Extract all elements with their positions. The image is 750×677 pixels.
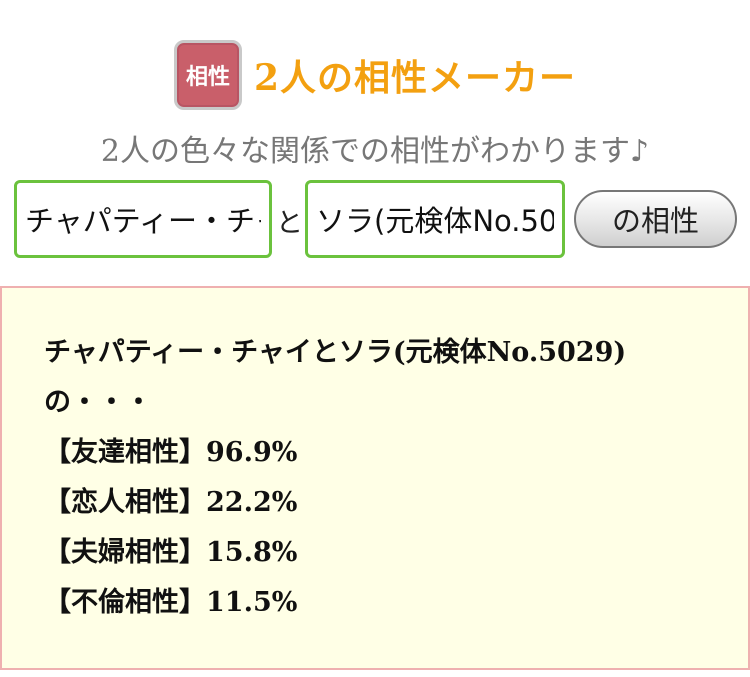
marriage-result: 【夫婦相性】15.8% xyxy=(44,528,626,578)
affair-result: 【不倫相性】11.5% xyxy=(44,578,626,628)
name-form: と の相性 xyxy=(14,180,738,260)
result-panel: チャパティー・チャイとソラ(元検体No.5029) の・・・ 【友達相性】96.… xyxy=(0,286,750,670)
app-header: 相性 2人の相性メーカー xyxy=(0,38,750,112)
result-text: チャパティー・チャイとソラ(元検体No.5029) の・・・ 【友達相性】96.… xyxy=(44,328,626,628)
friendship-value: 96.9% xyxy=(206,437,298,468)
page-title: 2人の相性メーカー xyxy=(253,57,577,99)
romance-label: 【恋人相性】 xyxy=(44,487,206,518)
romance-result: 【恋人相性】22.2% xyxy=(44,478,626,528)
friendship-result: 【友達相性】96.9% xyxy=(44,428,626,478)
friendship-label: 【友達相性】 xyxy=(44,437,206,468)
second-name-input[interactable] xyxy=(305,180,565,258)
check-compatibility-button[interactable]: の相性 xyxy=(574,190,737,248)
page-subtitle: 2人の色々な関係での相性がわかります♪ xyxy=(100,134,650,169)
name-joiner: と xyxy=(276,208,303,239)
app-logo: 相性 xyxy=(173,40,242,110)
affair-label: 【不倫相性】 xyxy=(44,587,206,618)
result-names-line: チャパティー・チャイとソラ(元検体No.5029) xyxy=(44,337,627,368)
affair-value: 11.5% xyxy=(206,587,298,618)
marriage-value: 15.8% xyxy=(206,537,298,568)
result-suffix-line: の・・・ xyxy=(44,387,152,418)
logo-label: 相性 xyxy=(185,65,230,90)
first-name-input[interactable] xyxy=(14,180,272,258)
romance-value: 22.2% xyxy=(206,487,298,518)
marriage-label: 【夫婦相性】 xyxy=(44,537,206,568)
